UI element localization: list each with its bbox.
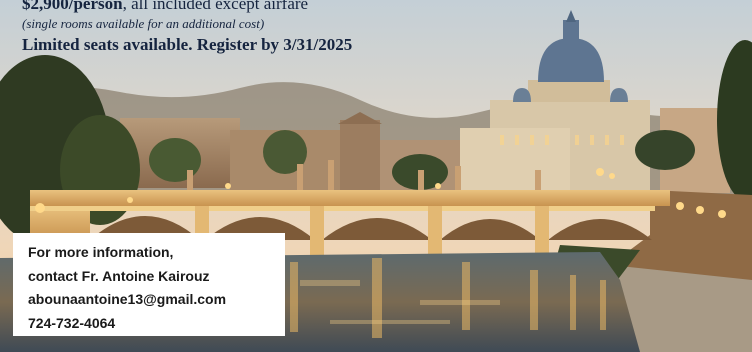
price-description: , all included except airfare: [122, 0, 309, 13]
price-amount: $2,900/person: [22, 0, 123, 13]
contact-info-box: For more information, contact Fr. Antoin…: [13, 233, 285, 336]
registration-deadline: Limited seats available. Register by 3/3…: [22, 35, 353, 54]
single-rooms-note: (single rooms available for an additiona…: [22, 16, 265, 31]
event-details: $2,900/person, all included except airfa…: [22, 0, 352, 56]
contact-name: contact Fr. Antoine Kairouz: [28, 267, 210, 284]
contact-intro: For more information,: [28, 244, 174, 260]
contact-phone[interactable]: 724-732-4064: [28, 312, 285, 336]
contact-email[interactable]: abounaantoine13@gmail.com: [28, 288, 285, 312]
price-line: $2,900/person, all included except airfa…: [22, 0, 352, 14]
